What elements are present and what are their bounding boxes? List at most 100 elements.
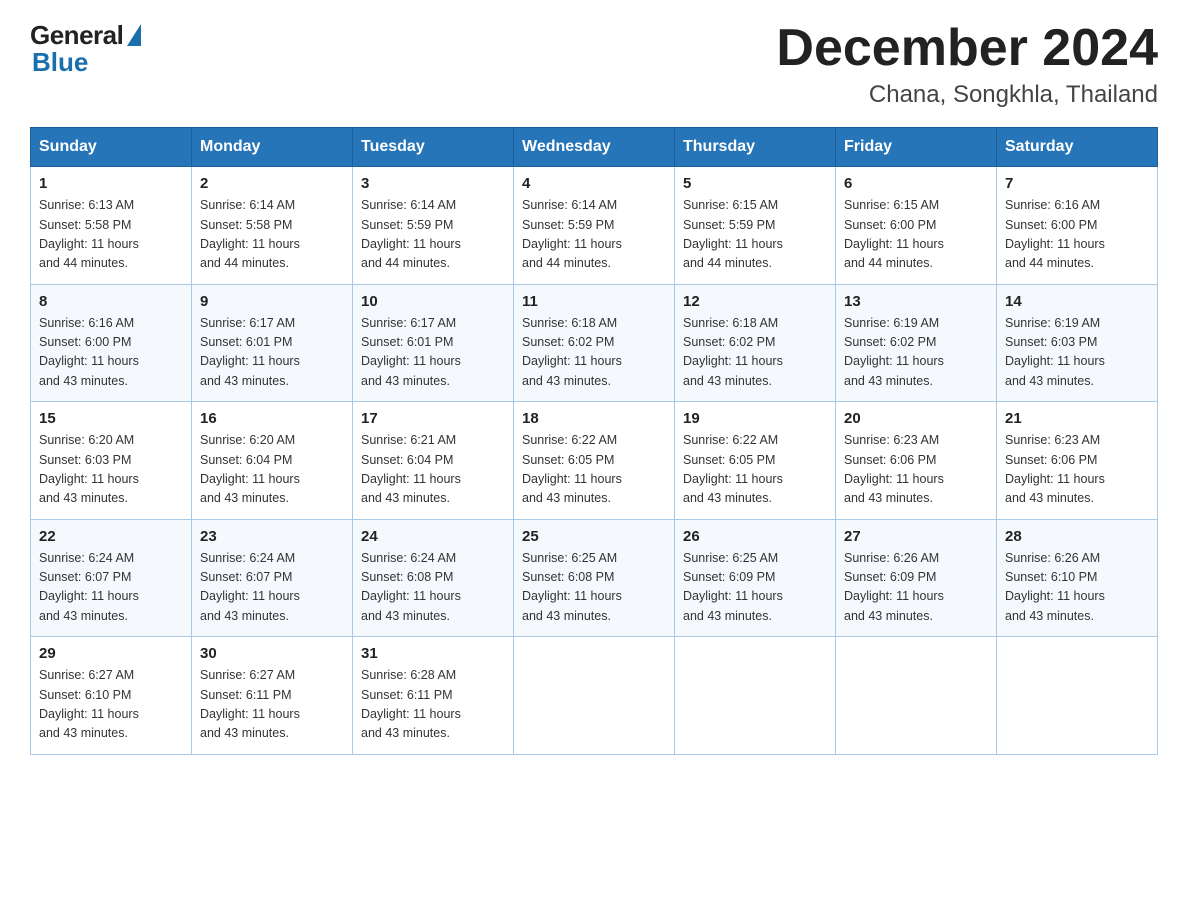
day-info: Sunrise: 6:16 AM Sunset: 6:00 PM Dayligh… (1005, 196, 1149, 274)
day-header-monday: Monday (192, 128, 353, 167)
day-info: Sunrise: 6:18 AM Sunset: 6:02 PM Dayligh… (683, 314, 827, 392)
calendar-table: SundayMondayTuesdayWednesdayThursdayFrid… (30, 127, 1158, 755)
day-number: 6 (844, 175, 988, 192)
month-title: December 2024 (776, 20, 1158, 77)
day-number: 19 (683, 410, 827, 427)
day-info: Sunrise: 6:14 AM Sunset: 5:58 PM Dayligh… (200, 196, 344, 274)
day-info: Sunrise: 6:24 AM Sunset: 6:08 PM Dayligh… (361, 549, 505, 627)
calendar-cell: 3 Sunrise: 6:14 AM Sunset: 5:59 PM Dayli… (353, 167, 514, 285)
day-number: 13 (844, 293, 988, 310)
page-header: General Blue December 2024 Chana, Songkh… (30, 20, 1158, 109)
day-info: Sunrise: 6:16 AM Sunset: 6:00 PM Dayligh… (39, 314, 183, 392)
calendar-cell: 18 Sunrise: 6:22 AM Sunset: 6:05 PM Dayl… (514, 402, 675, 520)
calendar-cell: 5 Sunrise: 6:15 AM Sunset: 5:59 PM Dayli… (675, 167, 836, 285)
calendar-cell: 15 Sunrise: 6:20 AM Sunset: 6:03 PM Dayl… (31, 402, 192, 520)
calendar-cell: 22 Sunrise: 6:24 AM Sunset: 6:07 PM Dayl… (31, 519, 192, 637)
day-header-saturday: Saturday (997, 128, 1158, 167)
day-number: 12 (683, 293, 827, 310)
day-header-wednesday: Wednesday (514, 128, 675, 167)
calendar-cell: 31 Sunrise: 6:28 AM Sunset: 6:11 PM Dayl… (353, 637, 514, 755)
calendar-cell: 1 Sunrise: 6:13 AM Sunset: 5:58 PM Dayli… (31, 167, 192, 285)
day-number: 24 (361, 528, 505, 545)
day-info: Sunrise: 6:18 AM Sunset: 6:02 PM Dayligh… (522, 314, 666, 392)
day-number: 28 (1005, 528, 1149, 545)
calendar-week-row: 8 Sunrise: 6:16 AM Sunset: 6:00 PM Dayli… (31, 284, 1158, 402)
day-info: Sunrise: 6:22 AM Sunset: 6:05 PM Dayligh… (683, 431, 827, 509)
calendar-week-row: 22 Sunrise: 6:24 AM Sunset: 6:07 PM Dayl… (31, 519, 1158, 637)
calendar-week-row: 1 Sunrise: 6:13 AM Sunset: 5:58 PM Dayli… (31, 167, 1158, 285)
day-info: Sunrise: 6:28 AM Sunset: 6:11 PM Dayligh… (361, 666, 505, 744)
day-number: 27 (844, 528, 988, 545)
calendar-cell (675, 637, 836, 755)
calendar-cell: 26 Sunrise: 6:25 AM Sunset: 6:09 PM Dayl… (675, 519, 836, 637)
calendar-cell: 12 Sunrise: 6:18 AM Sunset: 6:02 PM Dayl… (675, 284, 836, 402)
day-info: Sunrise: 6:14 AM Sunset: 5:59 PM Dayligh… (522, 196, 666, 274)
day-number: 29 (39, 645, 183, 662)
day-number: 18 (522, 410, 666, 427)
day-number: 31 (361, 645, 505, 662)
day-number: 25 (522, 528, 666, 545)
calendar-cell: 27 Sunrise: 6:26 AM Sunset: 6:09 PM Dayl… (836, 519, 997, 637)
day-info: Sunrise: 6:23 AM Sunset: 6:06 PM Dayligh… (1005, 431, 1149, 509)
day-info: Sunrise: 6:27 AM Sunset: 6:11 PM Dayligh… (200, 666, 344, 744)
calendar-cell: 8 Sunrise: 6:16 AM Sunset: 6:00 PM Dayli… (31, 284, 192, 402)
day-number: 2 (200, 175, 344, 192)
day-info: Sunrise: 6:19 AM Sunset: 6:03 PM Dayligh… (1005, 314, 1149, 392)
day-number: 10 (361, 293, 505, 310)
day-number: 16 (200, 410, 344, 427)
calendar-cell: 19 Sunrise: 6:22 AM Sunset: 6:05 PM Dayl… (675, 402, 836, 520)
day-info: Sunrise: 6:26 AM Sunset: 6:10 PM Dayligh… (1005, 549, 1149, 627)
calendar-cell: 24 Sunrise: 6:24 AM Sunset: 6:08 PM Dayl… (353, 519, 514, 637)
calendar-cell: 20 Sunrise: 6:23 AM Sunset: 6:06 PM Dayl… (836, 402, 997, 520)
day-header-tuesday: Tuesday (353, 128, 514, 167)
day-info: Sunrise: 6:21 AM Sunset: 6:04 PM Dayligh… (361, 431, 505, 509)
calendar-cell: 17 Sunrise: 6:21 AM Sunset: 6:04 PM Dayl… (353, 402, 514, 520)
calendar-cell: 4 Sunrise: 6:14 AM Sunset: 5:59 PM Dayli… (514, 167, 675, 285)
calendar-cell: 14 Sunrise: 6:19 AM Sunset: 6:03 PM Dayl… (997, 284, 1158, 402)
location-title: Chana, Songkhla, Thailand (776, 81, 1158, 109)
day-info: Sunrise: 6:24 AM Sunset: 6:07 PM Dayligh… (39, 549, 183, 627)
day-info: Sunrise: 6:24 AM Sunset: 6:07 PM Dayligh… (200, 549, 344, 627)
day-info: Sunrise: 6:22 AM Sunset: 6:05 PM Dayligh… (522, 431, 666, 509)
title-block: December 2024 Chana, Songkhla, Thailand (776, 20, 1158, 109)
calendar-cell: 29 Sunrise: 6:27 AM Sunset: 6:10 PM Dayl… (31, 637, 192, 755)
day-number: 9 (200, 293, 344, 310)
calendar-week-row: 29 Sunrise: 6:27 AM Sunset: 6:10 PM Dayl… (31, 637, 1158, 755)
calendar-cell: 2 Sunrise: 6:14 AM Sunset: 5:58 PM Dayli… (192, 167, 353, 285)
day-header-friday: Friday (836, 128, 997, 167)
day-info: Sunrise: 6:20 AM Sunset: 6:04 PM Dayligh… (200, 431, 344, 509)
calendar-cell (997, 637, 1158, 755)
day-number: 11 (522, 293, 666, 310)
calendar-cell: 28 Sunrise: 6:26 AM Sunset: 6:10 PM Dayl… (997, 519, 1158, 637)
day-info: Sunrise: 6:25 AM Sunset: 6:09 PM Dayligh… (683, 549, 827, 627)
day-info: Sunrise: 6:17 AM Sunset: 6:01 PM Dayligh… (361, 314, 505, 392)
day-info: Sunrise: 6:17 AM Sunset: 6:01 PM Dayligh… (200, 314, 344, 392)
calendar-cell: 25 Sunrise: 6:25 AM Sunset: 6:08 PM Dayl… (514, 519, 675, 637)
day-info: Sunrise: 6:26 AM Sunset: 6:09 PM Dayligh… (844, 549, 988, 627)
day-info: Sunrise: 6:27 AM Sunset: 6:10 PM Dayligh… (39, 666, 183, 744)
logo-blue-text: Blue (32, 47, 88, 78)
logo: General Blue (30, 20, 141, 78)
day-header-sunday: Sunday (31, 128, 192, 167)
day-info: Sunrise: 6:15 AM Sunset: 5:59 PM Dayligh… (683, 196, 827, 274)
calendar-cell: 13 Sunrise: 6:19 AM Sunset: 6:02 PM Dayl… (836, 284, 997, 402)
day-number: 20 (844, 410, 988, 427)
day-number: 30 (200, 645, 344, 662)
day-info: Sunrise: 6:14 AM Sunset: 5:59 PM Dayligh… (361, 196, 505, 274)
calendar-cell: 9 Sunrise: 6:17 AM Sunset: 6:01 PM Dayli… (192, 284, 353, 402)
calendar-cell: 7 Sunrise: 6:16 AM Sunset: 6:00 PM Dayli… (997, 167, 1158, 285)
day-number: 23 (200, 528, 344, 545)
calendar-cell: 21 Sunrise: 6:23 AM Sunset: 6:06 PM Dayl… (997, 402, 1158, 520)
day-number: 1 (39, 175, 183, 192)
day-number: 3 (361, 175, 505, 192)
day-number: 22 (39, 528, 183, 545)
logo-triangle-icon (127, 24, 141, 46)
calendar-cell (836, 637, 997, 755)
calendar-week-row: 15 Sunrise: 6:20 AM Sunset: 6:03 PM Dayl… (31, 402, 1158, 520)
calendar-cell: 16 Sunrise: 6:20 AM Sunset: 6:04 PM Dayl… (192, 402, 353, 520)
day-info: Sunrise: 6:15 AM Sunset: 6:00 PM Dayligh… (844, 196, 988, 274)
day-number: 14 (1005, 293, 1149, 310)
calendar-cell: 6 Sunrise: 6:15 AM Sunset: 6:00 PM Dayli… (836, 167, 997, 285)
calendar-cell (514, 637, 675, 755)
day-number: 15 (39, 410, 183, 427)
